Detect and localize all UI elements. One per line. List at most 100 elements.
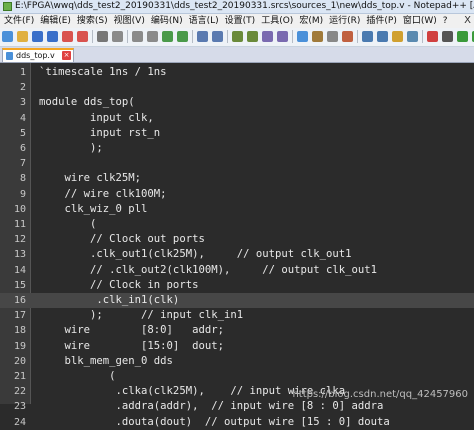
toolbar-separator [192, 30, 193, 43]
save-icon[interactable] [32, 31, 43, 42]
menu-help[interactable]: ? [440, 14, 451, 28]
menu-encoding[interactable]: 编码(N) [148, 14, 186, 28]
zoom-in-icon[interactable] [232, 31, 243, 42]
code-line: 1 `timescale 1ns / 1ns [0, 65, 474, 80]
line-number: 16 [13, 295, 26, 306]
line-number: 9 [19, 188, 26, 200]
line-number: 19 [13, 340, 26, 352]
title-bar: E:\FPGA\wwq\dds_test2_20190331\dds_test2… [0, 0, 474, 14]
line-text: input rst_n [39, 126, 161, 139]
code-line: 5 input rst_n [0, 126, 474, 141]
undo-icon[interactable] [162, 31, 173, 42]
udl-icon[interactable] [342, 31, 353, 42]
line-number: 1 [19, 67, 26, 78]
toolbar-separator [127, 30, 128, 43]
toolbar-separator [292, 30, 293, 43]
save-all-icon[interactable] [47, 31, 58, 42]
menu-run[interactable]: 运行(R) [326, 14, 363, 28]
line-text: // wire clk100M; [39, 187, 167, 200]
copy-icon[interactable] [132, 31, 143, 42]
line-text: `timescale 1ns / 1ns [39, 66, 167, 78]
line-text: wire clk25M; [39, 172, 142, 185]
new-icon[interactable] [2, 31, 13, 42]
code-line: 11 ( [0, 217, 474, 232]
sync-v-icon[interactable] [262, 31, 273, 42]
close-icon[interactable] [62, 31, 73, 42]
monitor-icon[interactable] [407, 31, 418, 42]
redo-icon[interactable] [177, 31, 188, 42]
line-text: wire [15:0] dout; [39, 339, 224, 352]
line-number: 22 [13, 386, 26, 398]
line-number: 13 [13, 249, 26, 261]
line-text: // Clock out ports [39, 233, 205, 246]
record-icon[interactable] [427, 31, 438, 42]
line-number: 6 [19, 143, 26, 154]
menu-bar: 文件(F) 编辑(E) 搜索(S) 视图(V) 编码(N) 语言(L) 设置(T) 工具(O)… [0, 14, 474, 28]
menu-view[interactable]: 视图(V) [111, 14, 148, 28]
menu-file[interactable]: 文件(F) [0, 14, 37, 28]
line-text: ); // input clk_in1 [39, 309, 244, 322]
menu-tools[interactable]: 工具(O) [258, 14, 296, 28]
zoom-out-icon[interactable] [247, 31, 258, 42]
code-line: 6 ); [0, 141, 474, 156]
line-text: .clk_out1(clk25M), // output clk_out1 [39, 248, 352, 261]
play-icon[interactable] [457, 31, 468, 42]
tab-bar: dds_top.v × [0, 47, 474, 63]
menu-window[interactable]: 窗口(W) [400, 14, 440, 28]
line-number: 3 [19, 97, 26, 109]
line-text: input clk, [39, 111, 154, 124]
menu-edit[interactable]: 编辑(E) [37, 14, 74, 28]
line-number: 18 [13, 325, 26, 337]
close-all-icon[interactable] [77, 31, 88, 42]
line-number: 21 [13, 371, 26, 382]
menu-language[interactable]: 语言(L) [186, 14, 222, 28]
code-line: 3 module dds_top( [0, 95, 474, 110]
line-number: 17 [13, 310, 26, 322]
line-text: .addra(addr), // input wire [8 : 0] addr… [39, 400, 384, 413]
code-editor[interactable]: 1 `timescale 1ns / 1ns 2 3 module dds_top(4 … [0, 63, 474, 428]
menu-settings[interactable]: 设置(T) [222, 14, 259, 28]
line-number: 11 [13, 219, 26, 230]
line-number: 23 [13, 401, 26, 413]
tab-dds-top[interactable]: dds_top.v × [2, 48, 74, 62]
cut-icon[interactable] [112, 31, 123, 42]
menu-plugins[interactable]: 插件(P) [363, 14, 399, 28]
watermark: https://blog.csdn.net/qq_42457960 [292, 389, 468, 400]
code-line: 23 .addra(addr), // input wire [8 : 0] a… [0, 399, 474, 414]
code-line: 16 .clk_in1(clk) [0, 293, 474, 309]
line-number: 7 [19, 158, 26, 170]
line-text: // .clk_out2(clk100M), // output clk_out… [39, 263, 378, 276]
folder-workspace-icon[interactable] [392, 31, 403, 42]
tab-close-icon[interactable]: × [62, 51, 71, 60]
indent-guide-icon[interactable] [327, 31, 338, 42]
replace-icon[interactable] [212, 31, 223, 42]
code-line: 10 clk_wiz_0 pll [0, 202, 474, 217]
code-line: 14 // .clk_out2(clk100M), // output clk_… [0, 263, 474, 278]
menu-search[interactable]: 搜索(S) [74, 14, 111, 28]
code-line: 7 [0, 156, 474, 171]
line-number: 20 [13, 355, 26, 367]
func-list-icon[interactable] [377, 31, 388, 42]
line-text: .clk_in1(clk) [39, 294, 180, 306]
sync-h-icon[interactable] [277, 31, 288, 42]
file-saved-icon [6, 52, 13, 60]
show-all-icon[interactable] [312, 31, 323, 42]
line-text: blk_mem_gen_0 dds [39, 354, 173, 367]
print-icon[interactable] [97, 31, 108, 42]
paste-icon[interactable] [147, 31, 158, 42]
stop-icon[interactable] [442, 31, 453, 42]
line-number: 24 [13, 416, 26, 428]
word-wrap-icon[interactable] [297, 31, 308, 42]
doc-map-icon[interactable] [362, 31, 373, 42]
code-line: 15 // Clock in ports [0, 278, 474, 293]
line-number: 8 [19, 173, 26, 185]
close-document-button[interactable]: X [464, 14, 471, 28]
line-text: .douta(dout) // output wire [15 : 0] dou… [39, 415, 390, 428]
open-icon[interactable] [17, 31, 28, 42]
toolbar-separator [227, 30, 228, 43]
menu-macro[interactable]: 宏(M) [296, 14, 326, 28]
line-text: clk_wiz_0 pll [39, 202, 148, 215]
find-icon[interactable] [197, 31, 208, 42]
line-text: ( [39, 370, 116, 382]
code-line: 2 [0, 80, 474, 95]
